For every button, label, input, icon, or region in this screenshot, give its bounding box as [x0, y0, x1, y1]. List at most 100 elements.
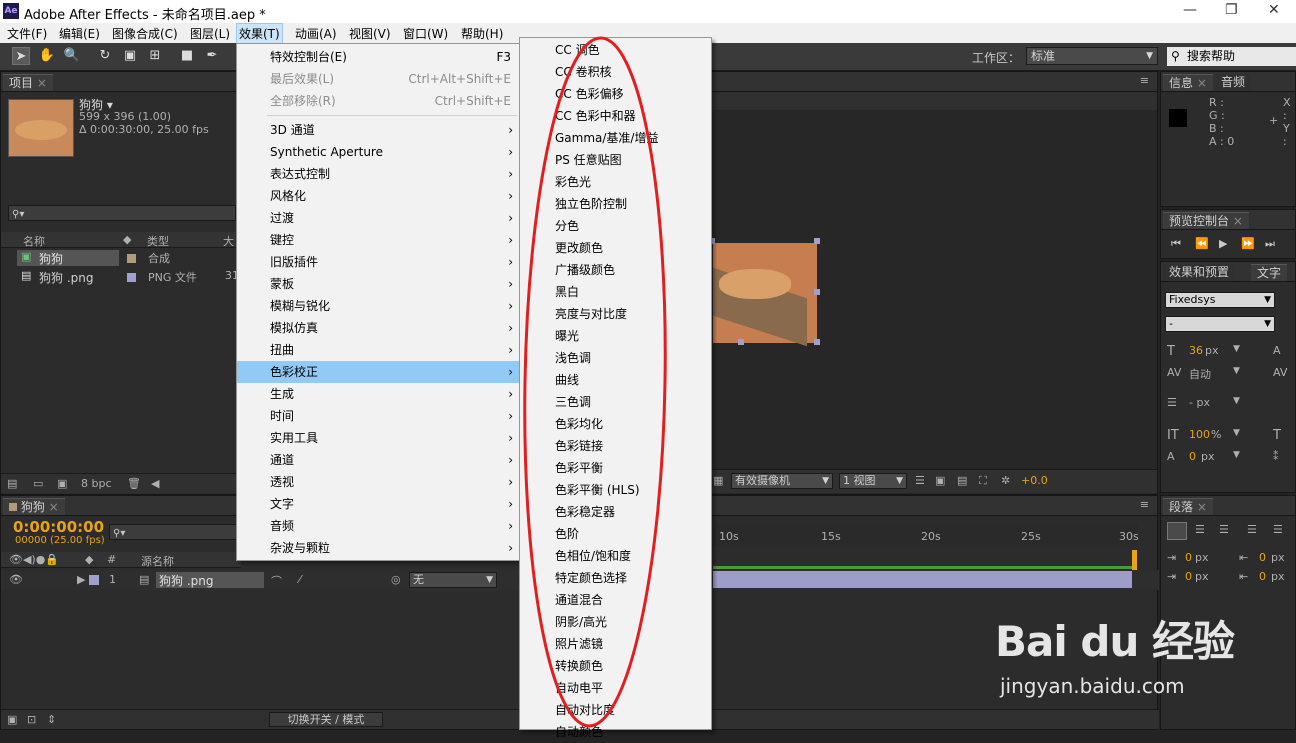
effects-menu-item[interactable]: 过渡 ›: [237, 207, 519, 229]
effects-menu-item[interactable]: 时间 ›: [237, 405, 519, 427]
col-type[interactable]: 类型: [147, 233, 169, 249]
layer-name-field[interactable]: 狗狗 .png: [156, 572, 264, 588]
font-size-value[interactable]: 36: [1189, 344, 1203, 357]
justify-all-icon[interactable]: ☰: [1273, 523, 1283, 536]
selection-tool-icon[interactable]: ➤: [12, 47, 30, 65]
tab-info[interactable]: 信息 ×: [1163, 74, 1213, 91]
col-name[interactable]: 名称: [23, 233, 45, 249]
effects-menu-item[interactable]: 透视 ›: [237, 471, 519, 493]
menu-file[interactable]: 文件(F): [5, 25, 49, 42]
parent-pickwhip-icon[interactable]: ◎: [391, 573, 401, 586]
layer-duration-bar[interactable]: [713, 571, 1132, 588]
effects-menu-item[interactable]: 音频 ›: [237, 515, 519, 537]
timeline-icon[interactable]: ▤: [957, 474, 967, 487]
menu-view[interactable]: 视图(V): [347, 25, 393, 42]
effects-menu-item[interactable]: 风格化 ›: [237, 185, 519, 207]
kerning-value[interactable]: 自动: [1189, 366, 1211, 382]
time-ruler[interactable]: 10s 15s 20s 25s 30s: [713, 524, 1139, 546]
new-composition-icon[interactable]: ▣: [57, 477, 67, 490]
effects-menu-item[interactable]: 键控 ›: [237, 229, 519, 251]
menu-layer[interactable]: 图层(L): [188, 25, 232, 42]
modes-icon[interactable]: ⇕: [47, 713, 56, 726]
menu-edit[interactable]: 编辑(E): [57, 25, 102, 42]
transform-handle[interactable]: [814, 339, 820, 345]
exposure-value[interactable]: +0.0: [1021, 474, 1048, 487]
font-style-select[interactable]: - ▼: [1165, 316, 1275, 332]
menu-help[interactable]: 帮助(H): [459, 25, 505, 42]
font-family-select[interactable]: Fixedsys ▼: [1165, 292, 1275, 308]
effects-menu-item[interactable]: 表达式控制 ›: [237, 163, 519, 185]
timeline-search-input[interactable]: ⚲▾: [109, 524, 237, 540]
interpret-footage-icon[interactable]: ▤: [7, 477, 17, 490]
stroke-width-value[interactable]: - px: [1189, 396, 1210, 409]
expand-arrow-icon[interactable]: ▶: [77, 573, 85, 586]
tab-paragraph[interactable]: 段落 ×: [1163, 498, 1213, 515]
pen-tool-icon[interactable]: ✒: [203, 47, 221, 65]
table-row[interactable]: [17, 250, 119, 266]
first-frame-icon[interactable]: ⏮: [1171, 237, 1181, 251]
pan-behind-tool-icon[interactable]: ⊞: [146, 47, 164, 65]
panel-menu-icon[interactable]: ≡: [1140, 74, 1149, 87]
effects-menu-item[interactable]: 扭曲 ›: [237, 339, 519, 361]
effects-menu-item[interactable]: 文字 ›: [237, 493, 519, 515]
menu-composition[interactable]: 图像合成(C): [110, 25, 180, 42]
chevron-down-icon[interactable]: ▼: [1233, 450, 1240, 460]
space-before-value[interactable]: 0: [1259, 551, 1266, 564]
effects-menu-item[interactable]: 杂波与颗粒 ›: [237, 537, 519, 559]
last-frame-icon[interactable]: ⏭: [1265, 237, 1275, 251]
menu-window[interactable]: 窗口(W): [401, 25, 450, 42]
quality-icon[interactable]: ⁄: [299, 573, 301, 586]
tab-text[interactable]: 文字: [1251, 264, 1288, 281]
effects-menu-item[interactable]: 蒙板 ›: [237, 273, 519, 295]
fast-preview-icon[interactable]: ▣: [935, 474, 945, 487]
tab-project[interactable]: 项目 ×: [3, 74, 53, 91]
chevron-down-icon[interactable]: ▼: [1233, 344, 1240, 354]
col-size[interactable]: 大: [223, 233, 234, 249]
workspace-select[interactable]: 标准 ▼: [1026, 47, 1158, 65]
baseline-shift-value[interactable]: 0: [1189, 450, 1196, 463]
previous-frame-icon[interactable]: ⏪: [1195, 237, 1209, 250]
camera-tool-icon[interactable]: ▣: [121, 47, 139, 65]
effects-menu-item[interactable]: Synthetic Aperture ›: [237, 141, 519, 163]
effects-menu-item[interactable]: 特效控制台(E) F3: [237, 46, 519, 68]
effects-menu-item[interactable]: 实用工具 ›: [237, 427, 519, 449]
help-search-input[interactable]: ⚲ 搜索帮助: [1167, 47, 1296, 66]
layer-switches-icon[interactable]: ⊡: [27, 713, 36, 726]
label-color-swatch[interactable]: [89, 575, 99, 585]
toggle-switches-modes-button[interactable]: 切换开关 / 模式: [269, 712, 383, 727]
shy-icon[interactable]: ⌒: [271, 573, 282, 589]
comp-flowchart-icon[interactable]: ▣: [7, 713, 17, 726]
trash-icon[interactable]: 🗑: [127, 477, 141, 490]
parent-select[interactable]: 无 ▼: [409, 572, 497, 588]
vertical-scale-value[interactable]: 100: [1189, 428, 1210, 441]
play-icon[interactable]: ▶: [1219, 237, 1227, 250]
camera-select[interactable]: 有效摄像机 ▼: [731, 473, 833, 489]
label-color-swatch[interactable]: [127, 254, 136, 263]
justify-left-icon[interactable]: ☰: [1247, 523, 1257, 536]
align-center-icon[interactable]: ☰: [1195, 523, 1205, 536]
visibility-eye-icon[interactable]: 👁: [9, 573, 23, 586]
menu-animation[interactable]: 动画(A): [293, 25, 339, 42]
work-area-bar[interactable]: [713, 566, 1132, 569]
indent-left-value[interactable]: 0: [1185, 551, 1192, 564]
space-after-value[interactable]: 0: [1259, 570, 1266, 583]
scroll-left-icon[interactable]: ◀: [151, 477, 159, 490]
hand-tool-icon[interactable]: ✋: [38, 47, 56, 65]
tab-effects-presets[interactable]: 效果和预置: [1163, 264, 1236, 281]
restore-button[interactable]: ❐: [1225, 2, 1238, 18]
next-frame-icon[interactable]: ⏩: [1241, 237, 1255, 250]
bpc-label[interactable]: 8 bpc: [81, 477, 112, 490]
transform-handle[interactable]: [814, 289, 820, 295]
align-left-icon[interactable]: [1167, 522, 1187, 540]
close-button[interactable]: ✕: [1268, 2, 1280, 18]
transform-handle[interactable]: [814, 238, 820, 244]
minimize-button[interactable]: —: [1183, 2, 1197, 18]
new-folder-icon[interactable]: ▭: [33, 477, 43, 490]
row-name[interactable]: 狗狗 .png: [39, 269, 93, 286]
menu-effects[interactable]: 效果(T): [236, 23, 283, 45]
effects-menu-item[interactable]: 生成 ›: [237, 383, 519, 405]
chevron-down-icon[interactable]: ▼: [1233, 396, 1240, 406]
panel-menu-icon[interactable]: ≡: [1140, 498, 1149, 511]
rotate-tool-icon[interactable]: ↻: [96, 47, 114, 65]
toggle-pixel-aspect-icon[interactable]: ☰: [915, 474, 925, 487]
